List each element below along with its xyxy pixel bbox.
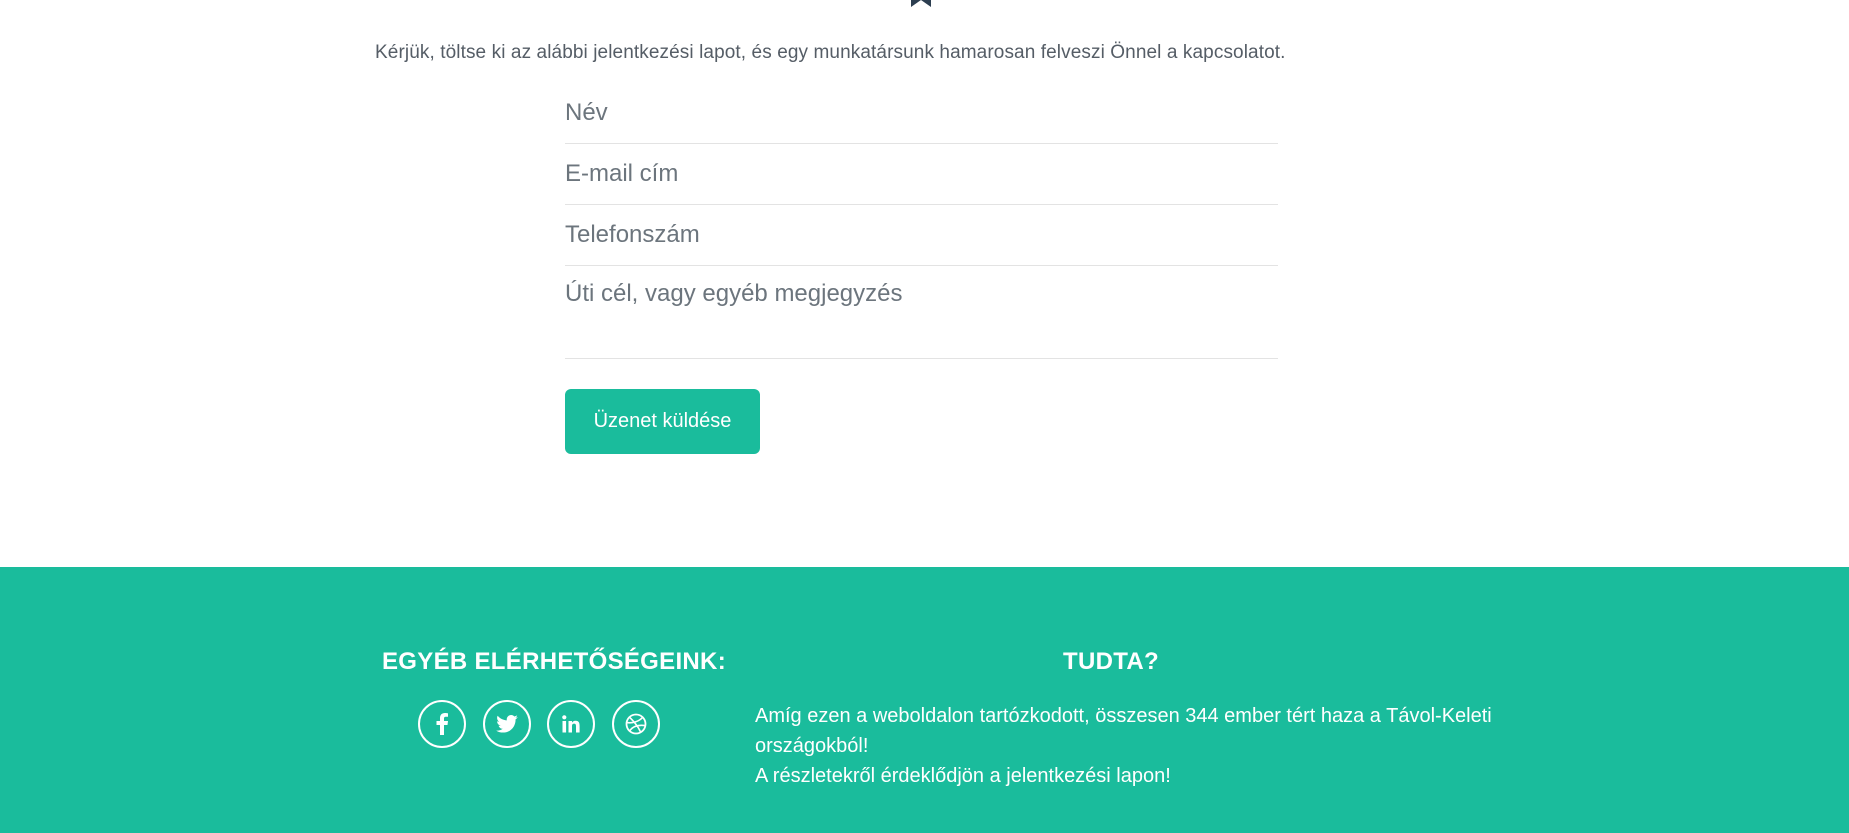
form-intro-text: Kérjük, töltse ki az alábbi jelentkezési… bbox=[375, 42, 1286, 63]
linkedin-icon bbox=[562, 715, 580, 733]
linkedin-link[interactable] bbox=[547, 700, 595, 748]
twitter-link[interactable] bbox=[483, 700, 531, 748]
fact-line: A részletekről érdeklődjön a jelentkezés… bbox=[755, 765, 1171, 787]
message-field-group bbox=[565, 266, 1278, 359]
email-field-group bbox=[565, 144, 1278, 205]
contact-section: Kérjük, töltse ki az alábbi jelentkezési… bbox=[0, 0, 1849, 567]
signup-form bbox=[565, 88, 1278, 359]
name-field-group bbox=[565, 88, 1278, 144]
email-input[interactable] bbox=[565, 160, 1278, 188]
fact-text: Amíg ezen a weboldalon tartózkodott, öss… bbox=[755, 701, 1492, 791]
name-input[interactable] bbox=[565, 99, 1278, 127]
contacts-title: EGYÉB ELÉRHETŐSÉGEINK: bbox=[382, 648, 726, 675]
star-icon bbox=[911, 0, 931, 7]
facebook-icon bbox=[436, 713, 448, 735]
submit-button[interactable]: Üzenet küldése bbox=[565, 389, 760, 454]
facebook-link[interactable] bbox=[418, 700, 466, 748]
phone-field-group bbox=[565, 205, 1278, 266]
message-textarea[interactable] bbox=[565, 280, 1278, 350]
fact-line: Amíg ezen a weboldalon tartózkodott, öss… bbox=[755, 705, 1492, 727]
fact-title: TUDTA? bbox=[1063, 648, 1159, 675]
footer: EGYÉB ELÉRHETŐSÉGEINK: TUDTA? Amíg ezen … bbox=[0, 567, 1849, 833]
dribbble-link[interactable] bbox=[612, 700, 660, 748]
twitter-icon bbox=[496, 715, 518, 733]
dribbble-icon bbox=[625, 713, 647, 735]
fact-line: országokból! bbox=[755, 735, 869, 757]
phone-input[interactable] bbox=[565, 221, 1278, 249]
